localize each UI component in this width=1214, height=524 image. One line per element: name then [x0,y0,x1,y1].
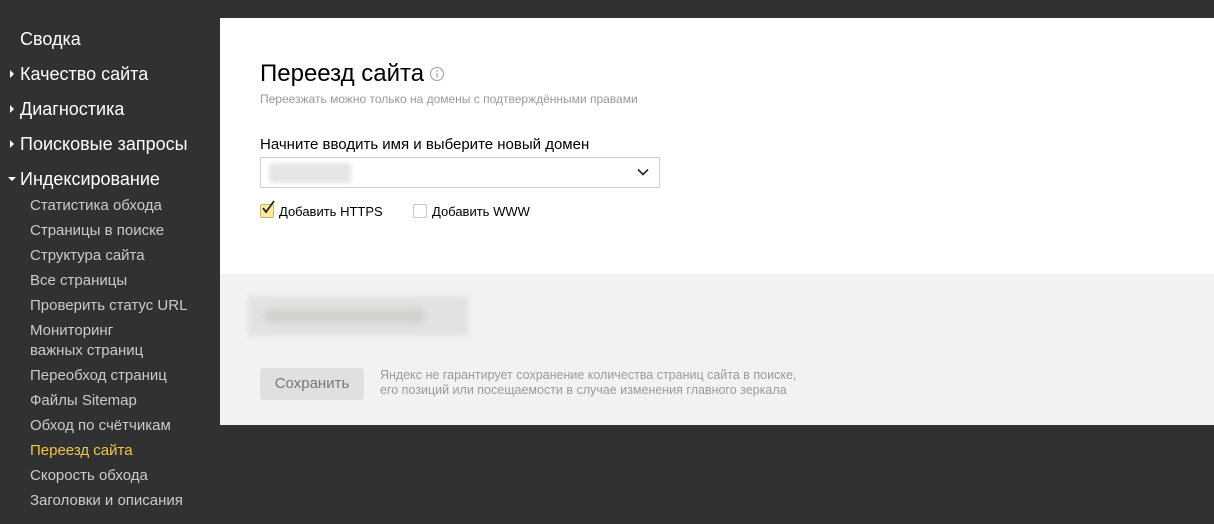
sidebar-item-sitemap[interactable]: Файлы Sitemap [30,391,137,411]
sidebar-item-summary[interactable]: Сводка [20,28,81,50]
sidebar-item-label: Поисковые запросы [20,134,188,154]
sidebar-item-crawl-stats[interactable]: Статистика обхода [30,196,162,216]
chevron-right-icon [10,105,14,113]
sidebar-item-label: Качество сайта [20,64,149,84]
info-circle-icon[interactable] [429,66,445,82]
sidebar-item-site-quality[interactable]: Качество сайта [10,63,149,85]
chevron-right-icon [10,140,14,148]
www-checkbox[interactable]: Добавить WWW [413,204,543,220]
sidebar-item-diagnostics[interactable]: Диагностика [10,98,125,120]
chevron-down-icon [637,168,649,176]
form-section: Переезд сайта Переезжать можно только на… [220,18,1214,274]
domain-field-label: Начните вводить имя и выберите новый дом… [260,136,590,153]
save-button[interactable]: Сохранить [260,368,364,400]
page-title: Переезд сайта [260,60,425,87]
sidebar-item-monitoring[interactable]: Мониторинг важных страниц [30,321,143,361]
checkmark-icon [262,200,275,214]
sidebar-item-titles[interactable]: Заголовки и описания [30,491,183,511]
main-panel: Переезд сайта Переезжать можно только на… [220,18,1214,425]
sidebar-item-counter-crawl[interactable]: Обход по счётчикам [30,416,171,436]
sidebar-item-label: важных страниц [30,342,144,359]
domain-select[interactable] [260,157,660,188]
redacted-text [265,310,425,322]
sidebar-item-check-url[interactable]: Проверить статус URL [30,296,187,316]
sidebar-item-site-move[interactable]: Переезд сайта [30,441,133,461]
https-checkbox[interactable]: Добавить HTTPS [260,200,390,220]
sidebar-item-label: Индексирование [20,169,160,189]
footer-section: Сохранить Яндекс не гарантирует сохранен… [220,274,1214,425]
sidebar-item-recrawl[interactable]: Переобход страниц [30,366,167,386]
checkbox-label: Добавить WWW [432,204,530,219]
page-subtitle: Переезжать можно только на домены с подт… [260,92,638,106]
chevron-down-icon [8,177,16,181]
chevron-right-icon [10,70,14,78]
sidebar-item-crawl-speed[interactable]: Скорость обхода [30,466,148,486]
sidebar: Сводка Качество сайта Диагностика Поиско… [0,0,220,524]
disclaimer-line: его позиций или посещаемости в случае из… [380,383,787,397]
sidebar-item-search-queries[interactable]: Поисковые запросы [10,133,188,155]
checkbox-label: Добавить HTTPS [279,204,383,219]
sidebar-item-label: Диагностика [20,99,125,119]
sidebar-item-label: Мониторинг [30,322,114,339]
sidebar-item-pages-in-search[interactable]: Страницы в поиске [30,221,164,241]
sidebar-item-all-pages[interactable]: Все страницы [30,271,127,291]
checkbox-box[interactable] [413,204,427,218]
sidebar-item-label: Сводка [20,29,81,49]
sidebar-item-site-structure[interactable]: Структура сайта [30,246,145,266]
domain-value-redacted [269,163,351,183]
disclaimer-line: Яндекс не гарантирует сохранение количес… [380,368,797,382]
sidebar-item-indexing[interactable]: Индексирование [8,168,160,190]
disclaimer-text: Яндекс не гарантирует сохранение количес… [380,368,796,398]
